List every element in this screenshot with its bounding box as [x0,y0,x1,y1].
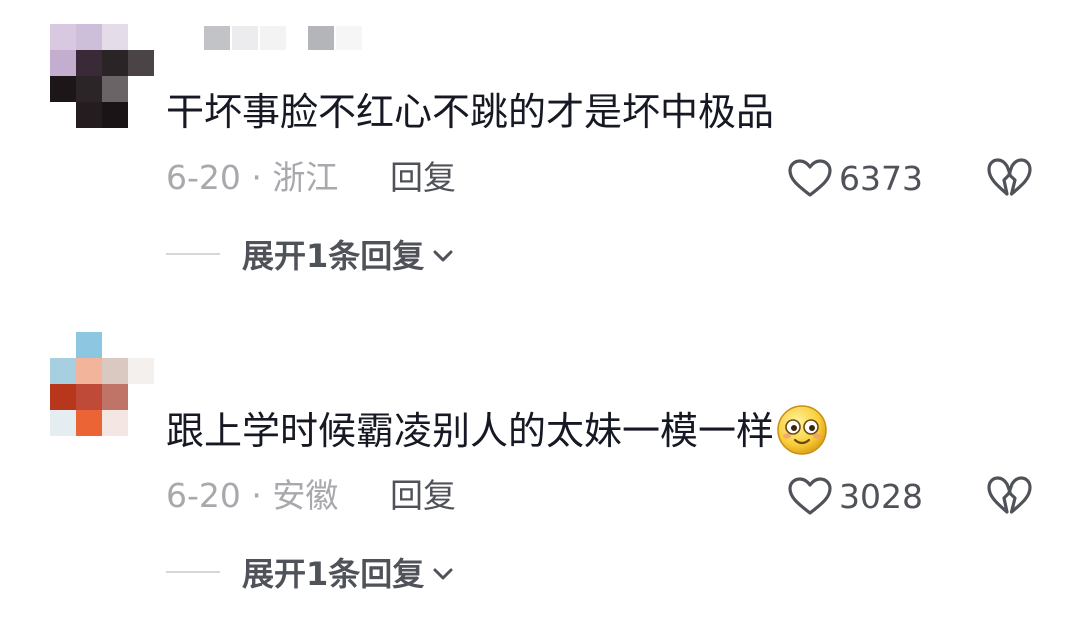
like-count: 6373 [839,158,923,198]
expand-replies-label: 展开1条回复 [242,237,425,275]
like-button[interactable]: 3028 [787,476,923,516]
comment-date-location: 6-20 · 浙江 [166,158,339,197]
avatar[interactable] [50,24,154,128]
chevron-down-icon [433,250,453,262]
avatar[interactable] [50,332,154,436]
heart-outline-icon [788,477,832,515]
comment-text: 跟上学时候霸凌别人的太妹一模一样 [166,404,828,456]
expand-replies-label: 展开1条回复 [242,555,425,593]
like-count: 3028 [839,476,923,516]
dislike-button[interactable] [986,156,1032,200]
heart-outline-icon [788,159,832,197]
chevron-down-icon [433,568,453,580]
comment-item: 跟上学时候霸凌别人的太妹一模一样 6-20 · 安徽 回复 3028 展开1条回… [0,318,1080,622]
expand-replies-button[interactable]: 展开1条回复 [166,234,454,275]
like-button[interactable]: 6373 [787,158,923,198]
reply-button[interactable]: 回复 [390,158,456,198]
broken-heart-icon [987,476,1032,514]
smiling-face-emoji-icon [777,404,827,455]
dislike-button[interactable] [986,474,1032,518]
expand-replies-button[interactable]: 展开1条回复 [166,552,454,593]
divider-line [166,253,220,255]
comment-text: 干坏事脸不红心不跳的才是坏中极品 [166,90,775,134]
comment-item: 干坏事脸不红心不跳的才是坏中极品 6-20 · 浙江 回复 6373 展开1条回… [0,0,1080,304]
broken-heart-icon [987,158,1032,196]
divider-line [166,571,220,573]
comment-text-content: 跟上学时候霸凌别人的太妹一模一样 [166,409,775,453]
reply-button[interactable]: 回复 [390,476,456,516]
comment-date-location: 6-20 · 安徽 [166,476,339,515]
